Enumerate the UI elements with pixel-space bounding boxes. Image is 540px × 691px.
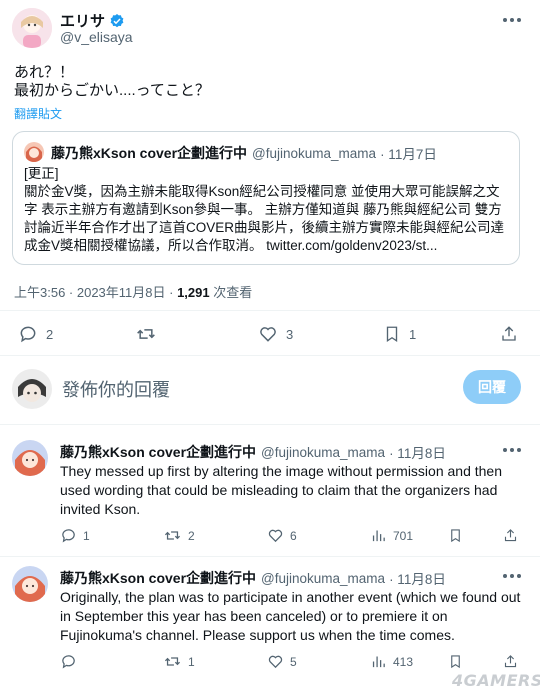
like-count: 3 [286,326,294,342]
reply-author-name[interactable]: 藤乃熊xKson cover企劃進行中 [60,442,256,462]
reply-header: 藤乃熊xKson cover企劃進行中 @fujinokuma_mama · 1… [60,442,446,462]
like-count: 5 [290,654,297,669]
share-action[interactable] [503,527,518,544]
view-count: 413 [393,654,414,669]
quote-author-avatar [24,142,44,162]
quote-text-line-4: 討論近半年合作才出了這首COVER曲與影片，後續主辦方實際未能與經紀公司達 [24,220,505,235]
more-options-icon[interactable] [500,10,524,30]
reply-text-line-3: Fujinokuma's channel. Please support us … [60,627,455,643]
quoted-post[interactable]: 藤乃熊xKson cover企劃進行中 @fujinokuma_mama · 1… [12,131,520,265]
author-avatar[interactable] [12,8,52,48]
more-options-icon[interactable] [500,566,524,586]
reply-author-avatar[interactable] [12,440,48,476]
quote-text-line-1: [更正] [24,166,59,181]
repost-count: 2 [188,528,195,543]
reply-header: 藤乃熊xKson cover企劃進行中 @fujinokuma_mama · 1… [60,568,446,588]
view-count: 1,291 [177,285,210,300]
like-action[interactable]: 6 [267,527,297,544]
reply-icon [62,655,75,669]
reply-author-avatar[interactable] [12,566,48,602]
view-count: 701 [393,528,414,543]
reply-input[interactable]: 發佈你的回覆 [62,376,170,402]
repost-icon [137,329,155,339]
more-options-icon[interactable] [500,440,524,460]
repost-icon [164,657,181,666]
reply-count: 1 [83,528,90,543]
share-icon [504,529,517,542]
like-action[interactable]: 5 [267,653,297,670]
quote-author-name: 藤乃熊xKson cover企劃進行中 [51,145,248,161]
heart-icon [268,655,283,669]
like-count: 6 [290,528,297,543]
views-chart-icon [372,530,385,542]
post-timestamp[interactable]: 上午3:56 · 2023年11月8日 · [14,285,177,300]
share-icon [502,326,516,341]
watermark-logo: 4GAMERS [452,671,540,690]
reply-author-handle[interactable]: @fujinokuma_mama [261,571,385,586]
share-icon [504,655,517,668]
quote-date: · 11月7日 [380,147,437,162]
views-action[interactable]: 413 [370,653,413,670]
heart-icon [268,529,283,543]
heart-icon [260,327,276,342]
quote-text-line-2: 關於金V獎，因為主辦未能取得Kson經紀公司授權同意 並使用大眾可能誤解之文 [24,184,500,199]
reply-icon [62,529,75,543]
view-count-label: 次查看 [209,285,253,300]
reply-count: 2 [46,326,54,342]
translate-post-link[interactable]: 翻譯貼文 [14,105,62,122]
repost-icon [164,531,181,540]
like-action[interactable]: 3 [258,324,293,344]
repost-action[interactable]: 1 [163,653,195,670]
bookmark-icon [451,529,460,543]
divider [0,424,540,425]
bookmark-action[interactable]: 1 [383,324,416,344]
reply-author-name[interactable]: 藤乃熊xKson cover企劃進行中 [60,568,256,588]
verified-badge-icon [110,13,124,27]
reply-author-handle[interactable]: @fujinokuma_mama [261,445,385,460]
divider [0,310,540,311]
post-text-line-2: 最初からごかい....ってこと？ [14,82,210,99]
reply-date[interactable]: · 11月8日 [389,442,446,462]
author-name-row[interactable]: エリサ [60,10,125,31]
bookmark-icon [386,326,398,343]
reply-action[interactable]: 1 [60,527,90,544]
divider [0,355,540,356]
reply-text-line-1: Originally, the plan was to participate … [60,589,521,605]
repost-action[interactable] [135,324,165,344]
reply-action[interactable]: 2 [18,324,53,344]
bookmark-icon [451,655,460,669]
reply-text-line-2: in September this year has been canceled… [60,608,448,624]
views-chart-icon [372,656,385,668]
post-meta: 上午3:56 · 2023年11月8日 · 1,291 次查看 [14,282,252,301]
share-action[interactable] [503,653,518,670]
bookmark-action[interactable] [448,653,463,670]
current-user-avatar [12,369,52,409]
author-name[interactable]: エリサ [60,10,105,31]
quote-text-line-3: 字 表示主辦方有邀請到Kson參與一事。 主辦方僅知道與 藤乃熊與經紀公司 雙方 [24,202,502,217]
reply-text-line-1: They messed up first by altering the ima… [60,463,503,479]
repost-action[interactable]: 2 [163,527,195,544]
reply-text-line-3: invited Kson. [60,501,141,517]
bookmark-count: 1 [409,326,417,342]
author-handle[interactable]: @v_elisaya [60,29,133,45]
share-action[interactable] [500,324,518,344]
quote-text-line-5: 成金V獎相關授權協議，所以合作取消。 twitter.com/goldenv20… [24,238,438,253]
reply-action[interactable] [60,653,83,670]
quote-author-handle: @fujinokuma_mama [252,145,377,161]
reply-text-line-2: used wording that could be misleading to… [60,482,498,498]
views-action[interactable]: 701 [370,527,413,544]
reply-date[interactable]: · 11月8日 [389,568,446,588]
reply-icon [20,326,36,343]
repost-count: 1 [188,654,195,669]
divider [0,556,540,557]
bookmark-action[interactable] [448,527,463,544]
reply-button[interactable]: 回覆 [463,370,521,404]
